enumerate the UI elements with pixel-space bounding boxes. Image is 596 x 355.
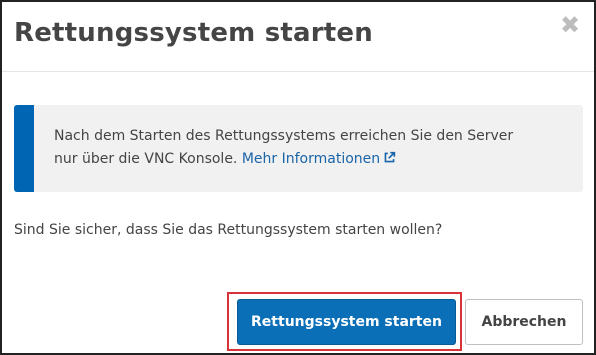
external-link-icon: [384, 151, 396, 163]
info-text-line2: nur über die VNC Konsole.: [54, 151, 238, 167]
info-text: Nach dem Starten des Rettungssystems err…: [54, 125, 574, 171]
more-info-link[interactable]: Mehr Informationen: [242, 151, 396, 167]
info-alert: Nach dem Starten des Rettungssystems err…: [14, 105, 583, 192]
start-rescue-system-button[interactable]: Rettungssystem starten: [237, 299, 456, 345]
info-text-line1: Nach dem Starten des Rettungssystems err…: [54, 128, 514, 144]
close-icon[interactable]: ✖: [560, 13, 580, 37]
dialog-header: Rettungssystem starten ✖: [2, 2, 594, 72]
confirmation-question: Sind Sie sicher, dass Sie das Rettungssy…: [14, 222, 443, 238]
cancel-button[interactable]: Abbrechen: [465, 299, 583, 345]
rescue-system-dialog: Rettungssystem starten ✖ Nach dem Starte…: [0, 0, 596, 355]
more-info-link-label: Mehr Informationen: [241, 151, 381, 167]
dialog-title: Rettungssystem starten: [14, 18, 373, 48]
